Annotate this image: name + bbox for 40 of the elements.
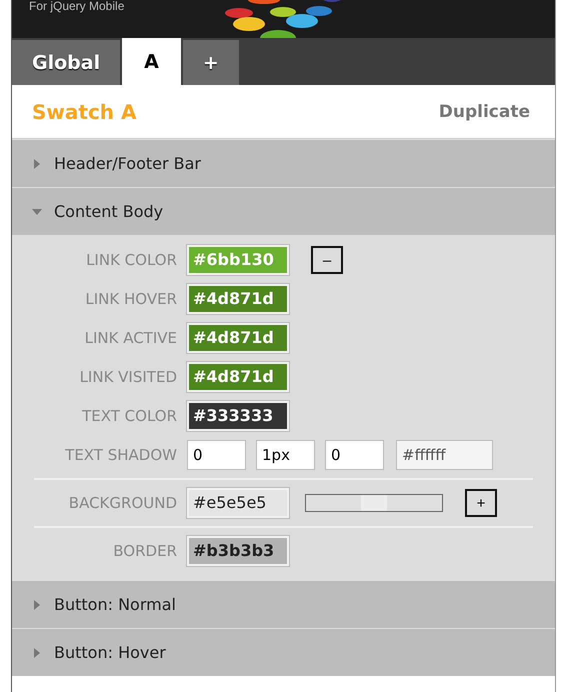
- tab[interactable]: +: [182, 40, 239, 85]
- field-label: BORDER: [112, 542, 177, 560]
- text-input[interactable]: 1px: [256, 440, 315, 470]
- field-label: BACKGROUND: [68, 494, 177, 512]
- field-label: LINK VISITED: [78, 368, 177, 386]
- field-label: TEXT COLOR: [81, 407, 177, 425]
- caret-right-icon: [32, 600, 42, 610]
- field-label: LINK COLOR: [85, 251, 177, 269]
- section-title: Content Body: [54, 202, 164, 221]
- caret-right-icon: [32, 158, 42, 168]
- text-input[interactable]: #ffffff: [396, 440, 493, 470]
- color-input[interactable]: #333333: [187, 401, 289, 431]
- slider-thumb[interactable]: [361, 495, 387, 511]
- caret-right-icon: [32, 648, 42, 658]
- accordion-header[interactable]: Header/Footer Bar: [12, 139, 555, 187]
- caret-down-icon: [32, 206, 42, 216]
- section-title: Button: Hover: [54, 643, 166, 662]
- accordion-header[interactable]: Button: Hover: [12, 628, 555, 676]
- duplicate-link[interactable]: Duplicate: [438, 102, 530, 122]
- field-label: LINK HOVER: [84, 290, 177, 308]
- accordion-header[interactable]: Button: Normal: [12, 580, 555, 628]
- tab[interactable]: A: [122, 38, 181, 85]
- field-label: TEXT SHADOW: [64, 446, 177, 464]
- slider-track[interactable]: [305, 494, 443, 512]
- swatch-title: Swatch A: [32, 100, 136, 124]
- color-input[interactable]: #e5e5e5: [187, 488, 289, 518]
- accordion-header[interactable]: Content Body: [12, 187, 555, 235]
- tab[interactable]: Global: [12, 40, 120, 85]
- add-button[interactable]: +: [465, 489, 497, 517]
- color-input[interactable]: #4d871d: [187, 284, 289, 314]
- section-title: Button: Normal: [54, 595, 176, 614]
- color-input[interactable]: #4d871d: [187, 323, 289, 353]
- section-title: Header/Footer Bar: [54, 154, 201, 173]
- color-input[interactable]: #b3b3b3: [187, 536, 289, 566]
- text-input[interactable]: 0: [187, 440, 246, 470]
- text-input[interactable]: 0: [325, 440, 384, 470]
- field-label: LINK ACTIVE: [84, 329, 177, 347]
- app-subtitle: For jQuery Mobile: [28, 0, 124, 13]
- remove-button[interactable]: –: [311, 246, 343, 274]
- color-input[interactable]: #4d871d: [187, 362, 289, 392]
